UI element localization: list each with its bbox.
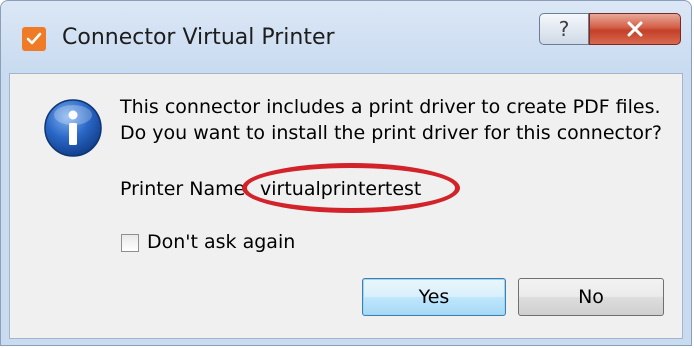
highlight-annotation (242, 163, 460, 213)
no-button-label: No (578, 286, 604, 308)
info-icon (44, 99, 102, 157)
close-icon (627, 21, 643, 37)
help-button[interactable]: ? (539, 13, 589, 45)
app-check-icon (22, 27, 46, 51)
yes-button-label: Yes (418, 286, 450, 308)
no-button[interactable]: No (518, 278, 664, 316)
message-text: This connector includes a print driver t… (120, 94, 662, 146)
dialog-content: This connector includes a print driver t… (9, 73, 683, 339)
message-line-2: Do you want to install the print driver … (120, 122, 662, 144)
dont-ask-again-checkbox[interactable] (121, 234, 139, 252)
yes-button[interactable]: Yes (362, 278, 506, 316)
printer-name-label: Printer Name (120, 178, 246, 200)
title-bar[interactable]: Connector Virtual Printer ? (1, 1, 691, 73)
check-mark-icon (26, 32, 42, 45)
window-title: Connector Virtual Printer (62, 25, 335, 50)
close-button[interactable] (589, 13, 681, 45)
dialog-window: Connector Virtual Printer ? This connect… (0, 0, 692, 346)
dont-ask-again-label[interactable]: Don't ask again (147, 231, 295, 253)
help-icon: ? (558, 17, 570, 41)
message-line-1: This connector includes a print driver t… (120, 96, 661, 118)
